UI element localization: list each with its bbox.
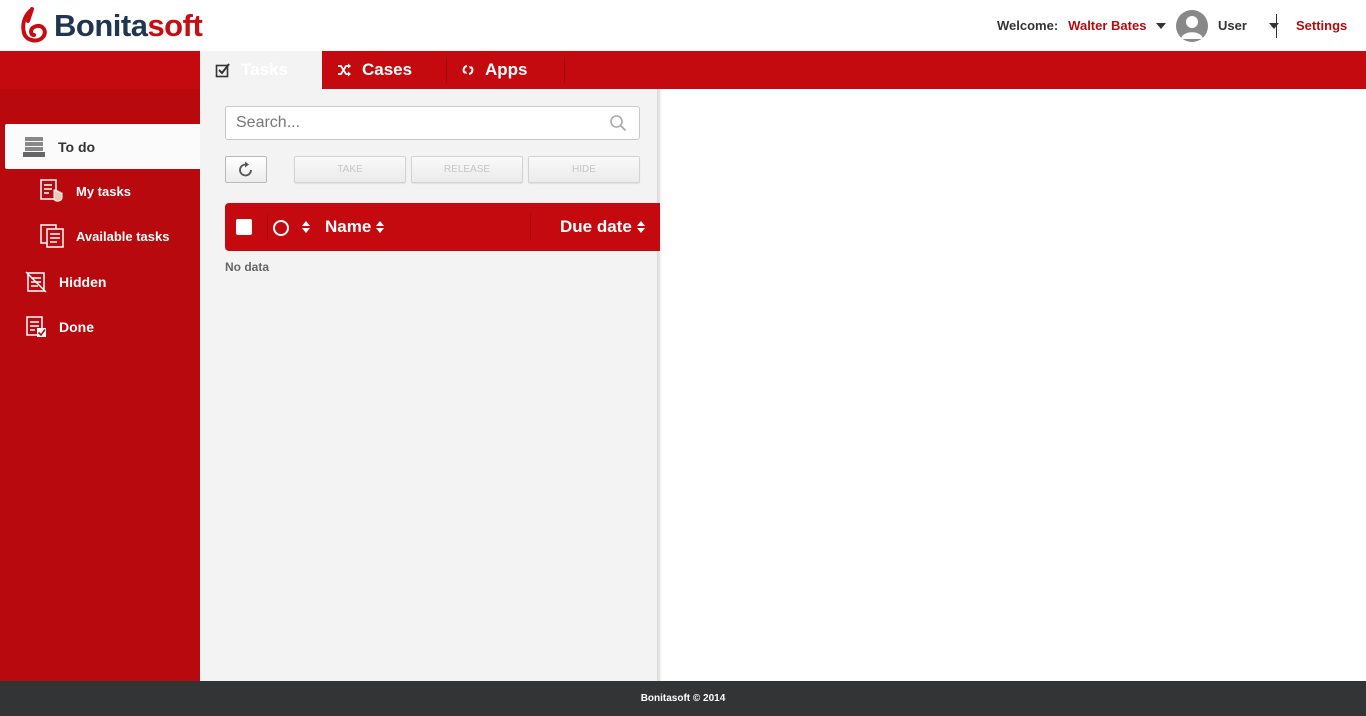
take-button[interactable]: TAKE	[294, 156, 406, 183]
priority-circle-icon	[273, 220, 289, 236]
select-all-checkbox[interactable]	[236, 219, 252, 235]
column-header-due-date[interactable]: Due date	[560, 217, 645, 237]
done-list-icon	[26, 316, 46, 337]
chevron-down-icon[interactable]	[1268, 22, 1279, 29]
search-icon[interactable]	[609, 114, 627, 132]
header-divider	[1276, 14, 1277, 38]
footer-text: Bonitasoft © 2014	[640, 693, 726, 704]
column-divider	[530, 213, 531, 241]
sort-icon	[376, 221, 385, 233]
column-header-name[interactable]: Name	[325, 217, 385, 237]
welcome-user-menu[interactable]: Welcome: Walter Bates	[997, 0, 1167, 51]
sidebar-item-my-tasks[interactable]: My tasks	[40, 177, 131, 205]
sidebar-item-label: To do	[58, 138, 96, 155]
bonita-logo-icon	[21, 7, 47, 43]
panel-shadow	[657, 89, 663, 681]
user-name[interactable]: Walter Bates	[1068, 18, 1146, 33]
tab-label: Tasks	[241, 60, 288, 79]
sidebar-item-label: Done	[59, 319, 94, 335]
user-avatar-icon	[1181, 15, 1203, 39]
bonitasoft-logo[interactable]: Bonitasoft	[18, 6, 203, 46]
sidebar-item-label: My tasks	[76, 183, 131, 199]
hidden-list-icon	[25, 271, 47, 293]
settings-link[interactable]: Settings	[1296, 0, 1347, 51]
checkbox-icon	[215, 63, 230, 78]
search-box[interactable]	[225, 106, 640, 140]
list-icon	[40, 224, 64, 248]
sidebar-item-done[interactable]: Done	[25, 313, 94, 341]
top-header: Bonitasoft Welcome: Walter Bates User Se…	[0, 0, 1366, 51]
user-menu-label[interactable]: User	[1218, 18, 1247, 33]
tab-cases[interactable]: Cases	[322, 51, 446, 89]
tab-divider	[564, 57, 565, 83]
column-label: Name	[325, 217, 372, 236]
sidebar-item-label: Available tasks	[76, 228, 170, 244]
tab-label: Apps	[485, 60, 528, 79]
sidebar-item-todo[interactable]: To do	[5, 124, 200, 169]
tab-tasks[interactable]: Tasks	[200, 51, 322, 89]
refresh-button[interactable]	[225, 156, 267, 183]
refresh-icon	[239, 161, 252, 176]
tab-apps[interactable]: Apps	[446, 51, 564, 89]
welcome-label: Welcome:	[997, 18, 1059, 33]
tab-label: Cases	[362, 60, 413, 79]
release-button[interactable]: RELEASE	[411, 156, 523, 183]
sidebar-item-hidden[interactable]: Hidden	[25, 268, 106, 296]
hand-list-icon	[40, 179, 63, 202]
avatar[interactable]	[1176, 9, 1208, 42]
inbox-tray-icon	[23, 136, 45, 157]
chevron-down-icon[interactable]	[1156, 22, 1167, 29]
sidebar-item-available-tasks[interactable]: Available tasks	[40, 222, 169, 250]
column-label: Due date	[560, 217, 632, 236]
hide-button[interactable]: HIDE	[528, 156, 640, 183]
user-dropdown[interactable]: User	[1176, 0, 1279, 51]
shuffle-icon	[338, 63, 351, 77]
logo-text: Bonitasoft	[54, 8, 203, 43]
search-input[interactable]	[226, 107, 606, 139]
apps-icon	[462, 65, 474, 75]
footer: Bonitasoft © 2014	[0, 681, 1366, 716]
sort-icon[interactable]	[302, 221, 310, 233]
sidebar-item-label: Hidden	[59, 274, 107, 290]
table-header: Name Due date	[225, 203, 660, 251]
empty-state-text: No data	[225, 260, 270, 274]
sort-icon	[636, 221, 645, 233]
column-divider	[267, 213, 268, 241]
